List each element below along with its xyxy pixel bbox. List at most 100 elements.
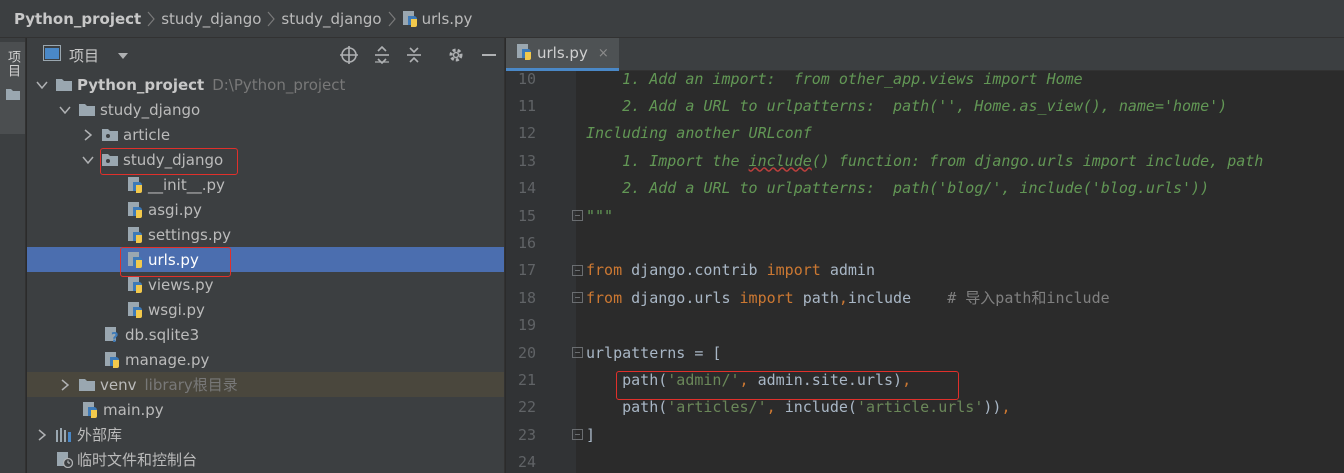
fold-marker-icon[interactable] [572, 429, 583, 441]
code-line[interactable]: 12 Including another URLconf [506, 120, 1344, 147]
code-line[interactable]: 16 [506, 229, 1344, 256]
code-line[interactable]: 24 [506, 449, 1344, 473]
code-editor: urls.py × 10 1. Add an import: from othe… [506, 38, 1344, 473]
code-line[interactable]: 17 from django.contrib import admin [506, 257, 1344, 284]
svg-text:?: ? [111, 331, 119, 343]
chevron-down-icon[interactable] [58, 103, 72, 117]
tree-item-venv[interactable]: venv library根目录 [27, 372, 504, 397]
tree-item-study-django-package[interactable]: study_django [27, 147, 504, 172]
code-line[interactable]: 20 urlpatterns = [ [506, 339, 1344, 366]
python-file-icon [126, 276, 144, 294]
tree-item-manage-py[interactable]: manage.py [27, 347, 504, 372]
code-text: 2. Add a URL to urlpatterns: path('', Ho… [586, 96, 1228, 115]
line-number: 10 [517, 69, 536, 88]
tree-item-label: wsgi.py [148, 300, 205, 319]
chevron-down-icon[interactable] [35, 78, 49, 92]
breadcrumb-folder-2[interactable]: study_django [281, 10, 381, 28]
tree-item-study-django[interactable]: study_django [27, 97, 504, 122]
chevron-down-icon[interactable] [81, 153, 95, 167]
project-panel-title[interactable]: 项目 [69, 45, 99, 66]
tree-item-settings-py[interactable]: settings.py [27, 222, 504, 247]
tree-item-label: settings.py [148, 225, 231, 244]
tree-item-main-py[interactable]: main.py [27, 397, 504, 422]
code-text: urlpatterns = [ [586, 343, 722, 362]
expand-all-icon[interactable] [373, 46, 391, 64]
tree-item-label: asgi.py [148, 200, 202, 219]
python-file-icon [126, 301, 144, 319]
fold-marker-icon[interactable] [572, 347, 583, 358]
code-line[interactable]: 18 from django.urls import path,include #… [506, 284, 1344, 311]
chevron-right-icon[interactable] [58, 378, 72, 392]
code-line[interactable]: 22 path('articles/', include('article.ur… [506, 394, 1344, 421]
breadcrumb-separator-icon [384, 9, 400, 29]
project-view-icon [43, 45, 61, 65]
line-number: 22 [517, 398, 536, 417]
tree-item-external-libraries[interactable]: 外部库 [27, 422, 504, 447]
project-tool-window: 项目 Python_project D:\Python_project stud… [27, 38, 505, 473]
line-number: 17 [517, 261, 536, 280]
code-line[interactable]: 21 path('admin/', admin.site.urls), [506, 366, 1344, 393]
tree-item-label: manage.py [125, 350, 210, 369]
fold-marker-icon[interactable] [572, 264, 583, 276]
tree-item-label: views.py [148, 275, 214, 294]
tree-item-article[interactable]: article [27, 122, 504, 147]
tree-item-path-hint: D:\Python_project [212, 75, 346, 94]
chevron-right-icon[interactable] [35, 428, 49, 442]
code-text: path('articles/', include('article.urls'… [586, 398, 1011, 417]
minimize-icon[interactable] [480, 46, 498, 64]
project-tool-tab[interactable]: 项目 [0, 42, 25, 134]
python-file-icon [81, 401, 99, 419]
tree-item-asgi-py[interactable]: asgi.py [27, 197, 504, 222]
line-number: 15 [517, 206, 536, 225]
code-text: 2. Add a URL to urlpatterns: path('blog/… [586, 179, 1210, 198]
code-content[interactable]: 10 1. Add an import: from other_app.view… [506, 70, 1344, 473]
breadcrumb-file[interactable]: urls.py [422, 10, 473, 28]
tree-item-python-project[interactable]: Python_project D:\Python_project [27, 72, 504, 97]
fold-marker-icon[interactable] [572, 292, 583, 304]
line-number: 14 [517, 179, 536, 198]
code-text: Including another URLconf [586, 124, 812, 143]
tree-item-label: study_django [123, 150, 224, 169]
tree-item-urls-py[interactable]: urls.py [27, 247, 504, 272]
tree-item-label: Python_project [77, 75, 205, 94]
tree-item-label: db.sqlite3 [125, 325, 200, 344]
code-text: ] [586, 425, 596, 444]
database-icon: ? [103, 326, 121, 344]
library-icon [55, 426, 73, 444]
tree-item-views-py[interactable]: views.py [27, 272, 504, 297]
code-line[interactable]: 11 2. Add a URL to urlpatterns: path('',… [506, 92, 1344, 119]
project-panel-header: 项目 [27, 38, 504, 72]
code-line[interactable]: 13 1. Import the include() function: fro… [506, 147, 1344, 174]
code-line[interactable]: 23] [506, 421, 1344, 448]
code-line[interactable]: 14 2. Add a URL to urlpatterns: path('bl… [506, 175, 1344, 202]
tree-item-wsgi-py[interactable]: wsgi.py [27, 297, 504, 322]
tree-item-scratches[interactable]: 临时文件和控制台 [27, 447, 504, 472]
close-icon[interactable]: × [598, 46, 609, 61]
breadcrumb-separator-icon [143, 9, 159, 29]
line-number: 13 [517, 151, 536, 170]
tree-item-db-sqlite3[interactable]: ? db.sqlite3 [27, 322, 504, 347]
tree-item-init-py[interactable]: __init__.py [27, 172, 504, 197]
line-number: 23 [517, 425, 536, 444]
breadcrumb-folder-1[interactable]: study_django [161, 10, 261, 28]
line-number: 19 [517, 316, 536, 335]
line-number: 11 [517, 96, 536, 115]
code-line[interactable]: 19 [506, 312, 1344, 339]
tree-item-library-hint: library根目录 [144, 376, 238, 394]
python-file-icon [126, 201, 144, 219]
locate-icon[interactable] [340, 46, 358, 64]
code-text: 1. Import the include() function: from d… [586, 151, 1264, 170]
chevron-down-icon[interactable] [117, 46, 129, 64]
chevron-right-icon[interactable] [81, 128, 95, 142]
tree-item-label: main.py [103, 400, 164, 419]
breadcrumb-project[interactable]: Python_project [14, 10, 141, 28]
code-line[interactable]: 15 """ [506, 202, 1344, 229]
fold-marker-icon[interactable] [572, 210, 583, 221]
settings-gear-icon[interactable] [447, 46, 465, 64]
python-file-icon [103, 351, 121, 369]
code-line[interactable]: 10 1. Add an import: from other_app.view… [506, 65, 1344, 92]
collapse-all-icon[interactable] [405, 46, 423, 64]
line-number: 21 [517, 370, 536, 389]
tab-label: urls.py [537, 44, 588, 62]
python-file-icon [402, 10, 419, 27]
